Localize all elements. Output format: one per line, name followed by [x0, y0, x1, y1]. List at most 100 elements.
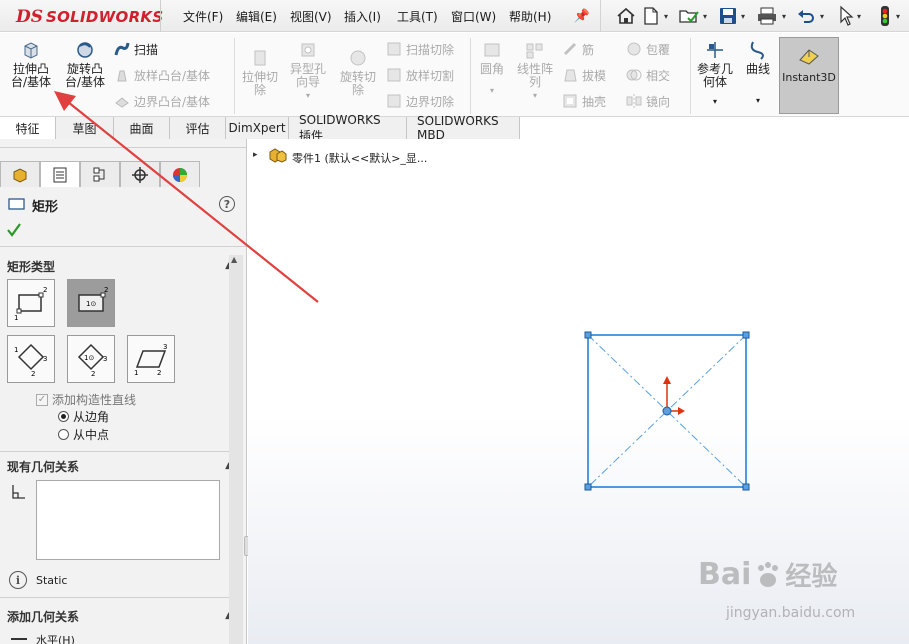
3-point-corner-rectangle-button[interactable]: 1 3 2 — [7, 335, 55, 383]
app-logo: DS SOLIDWORKS — [16, 6, 163, 28]
new-document-icon[interactable] — [642, 6, 660, 26]
boundary-cut-label: 边界切除 — [406, 94, 455, 109]
svg-text:1⊙: 1⊙ — [84, 354, 94, 362]
revolve-cut-button[interactable]: 旋转切除 — [334, 48, 382, 97]
chevron-down-icon[interactable]: ▾ — [703, 12, 707, 21]
rib-label: 筋 — [582, 42, 595, 57]
extrude-cut-icon — [249, 48, 271, 68]
wrap-icon — [626, 41, 642, 57]
extrude-boss-icon — [20, 40, 42, 60]
horizontal-relation-label[interactable]: 水平(H) — [36, 632, 75, 644]
divider — [160, 0, 161, 32]
lofted-cut-button[interactable]: 放样切割 — [386, 66, 454, 84]
shell-icon — [562, 93, 578, 109]
svg-text:3: 3 — [103, 355, 107, 363]
chevron-down-icon[interactable]: ▾ — [782, 12, 786, 21]
chevron-down-icon[interactable]: ▾ — [741, 12, 745, 21]
linear-pattern-label: 线性阵列 — [516, 62, 553, 89]
instant3d-toggle[interactable]: Instant3D — [779, 37, 839, 114]
chevron-down-icon[interactable]: ▾ — [756, 94, 760, 107]
curves-button[interactable]: 曲线 ▾ — [740, 40, 776, 107]
horizontal-relation-icon — [9, 634, 29, 644]
panel-scrollbar[interactable] — [229, 255, 243, 644]
sweep-button[interactable]: 扫描 — [114, 40, 158, 58]
from-midpoints-label: 从中点 — [73, 428, 110, 442]
rebuild-traffic-light-icon[interactable] — [880, 5, 890, 27]
save-icon[interactable] — [718, 6, 738, 26]
menu-edit[interactable]: 编辑(E) — [236, 8, 277, 25]
sketch-status-text: Static — [36, 574, 68, 587]
fillet-label: 圆角 — [479, 62, 504, 76]
add-relations-section-header[interactable]: 添加几何关系 ▲ — [7, 607, 232, 625]
3-point-center-rectangle-button[interactable]: 1⊙ 3 2 — [67, 335, 115, 383]
tab-solidworks-mbd[interactable]: SOLIDWORKS MBD — [407, 114, 520, 142]
curves-icon — [747, 40, 769, 60]
svg-text:2: 2 — [91, 370, 95, 377]
wrap-button[interactable]: 包覆 — [626, 40, 670, 58]
menu-window[interactable]: 窗口(W) — [451, 8, 496, 25]
mirror-button[interactable]: 镜向 — [626, 92, 670, 110]
chevron-down-icon[interactable]: ▾ — [896, 12, 900, 21]
undo-icon[interactable] — [796, 6, 816, 26]
revolve-boss-icon — [74, 40, 96, 60]
from-corners-radio[interactable] — [58, 411, 69, 422]
mirror-icon — [626, 93, 642, 109]
menu-insert[interactable]: 插入(I) — [344, 8, 381, 25]
revolve-cut-icon — [347, 48, 369, 68]
reference-geometry-button[interactable]: 参考几何体 ▾ — [694, 40, 736, 108]
svg-text:2: 2 — [157, 369, 161, 377]
rib-icon — [562, 41, 578, 57]
existing-relations-section-header[interactable]: 现有几何关系 ▲ — [7, 457, 232, 475]
feature-manager-tab[interactable] — [0, 161, 40, 187]
curves-label: 曲线 — [745, 62, 770, 76]
watermark-brand-2: 经验 — [785, 562, 838, 592]
chevron-down-icon[interactable]: ▾ — [490, 84, 494, 97]
select-cursor-icon[interactable] — [838, 5, 854, 27]
svg-text:2: 2 — [31, 370, 35, 377]
add-construction-lines-option[interactable]: ✓ 添加构造性直线 — [36, 391, 136, 408]
open-folder-icon[interactable] — [678, 6, 700, 26]
existing-relations-list[interactable] — [36, 480, 220, 560]
from-corners-option[interactable]: 从边角 — [58, 408, 109, 425]
reference-geometry-icon — [704, 40, 726, 60]
from-corners-label: 从边角 — [73, 410, 110, 424]
annotation-arrow — [54, 91, 319, 303]
parallelogram-button[interactable]: 1 2 3 — [127, 335, 175, 383]
chevron-down-icon[interactable]: ▾ — [713, 95, 717, 108]
chevron-down-icon[interactable]: ▾ — [664, 12, 668, 21]
shell-button[interactable]: 抽壳 — [562, 92, 606, 110]
print-icon[interactable] — [756, 6, 778, 26]
ds-logo-mark: DS — [16, 7, 44, 27]
rib-button[interactable]: 筋 — [562, 40, 594, 58]
instant3d-icon — [797, 46, 821, 66]
intersect-button[interactable]: 相交 — [626, 66, 670, 84]
rectangle-icon — [7, 196, 27, 212]
menu-tools[interactable]: 工具(T) — [397, 8, 438, 25]
existing-relations-title: 现有几何关系 — [7, 459, 80, 474]
from-midpoints-option[interactable]: 从中点 — [58, 426, 109, 443]
svg-text:3: 3 — [43, 355, 47, 363]
ok-checkmark-icon[interactable] — [6, 222, 22, 238]
fillet-button[interactable]: 圆角 ▾ — [474, 40, 510, 97]
swept-cut-button[interactable]: 扫描切除 — [386, 40, 454, 58]
menu-view[interactable]: 视图(V) — [290, 8, 332, 25]
from-midpoints-radio[interactable] — [58, 429, 69, 440]
divider — [0, 451, 229, 452]
menu-file[interactable]: 文件(F) — [183, 8, 223, 25]
intersect-label: 相交 — [646, 68, 671, 83]
boundary-cut-button[interactable]: 边界切除 — [386, 92, 454, 110]
home-icon[interactable] — [616, 6, 636, 26]
menu-help[interactable]: 帮助(H) — [509, 8, 551, 25]
pin-icon[interactable]: 📌 — [572, 7, 592, 25]
chevron-down-icon[interactable]: ▾ — [857, 12, 861, 21]
add-construction-lines-checkbox[interactable]: ✓ — [36, 393, 48, 406]
intersect-icon — [626, 67, 642, 83]
chevron-down-icon[interactable]: ▾ — [820, 12, 824, 21]
draft-button[interactable]: 拔模 — [562, 66, 606, 84]
shell-label: 抽壳 — [582, 94, 607, 109]
linear-pattern-button[interactable]: 线性阵列 ▾ — [512, 40, 558, 102]
chevron-down-icon[interactable]: ▾ — [533, 89, 537, 102]
baidu-watermark: Bai 经验 — [698, 556, 837, 593]
divider — [0, 597, 229, 598]
lofted-cut-label: 放样切割 — [406, 68, 455, 83]
